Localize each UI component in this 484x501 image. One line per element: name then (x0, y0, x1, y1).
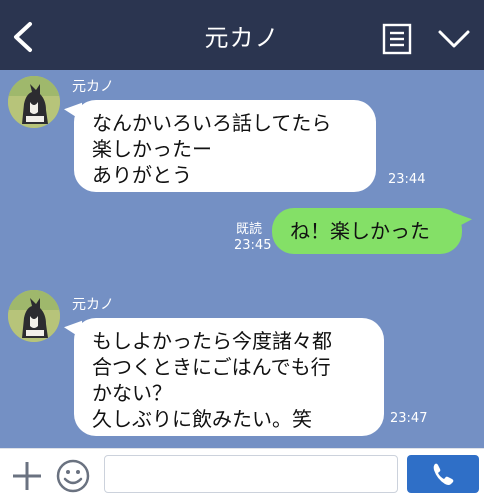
message-time: 23:44 (388, 172, 426, 187)
chat-area[interactable]: 元カノ なんかいろいろ話してたら 楽しかったー ありがとう 23:44 既読 2… (0, 70, 484, 448)
more-options-button[interactable] (436, 26, 472, 52)
message-input[interactable] (104, 455, 398, 493)
message-time: 23:47 (390, 411, 428, 426)
read-receipt: 既読 (236, 222, 263, 237)
plus-icon (13, 462, 41, 490)
call-button[interactable] (407, 455, 479, 493)
avatar[interactable] (8, 76, 60, 128)
back-button[interactable] (10, 20, 36, 54)
notes-icon (382, 23, 412, 55)
chat-header: 元カノ (0, 0, 484, 70)
message-bubble-mine[interactable]: ね！楽しかった (272, 208, 462, 254)
message-composer (0, 448, 484, 501)
message-bubble[interactable]: もしよかったら今度諸々都 合つくときにごはんでも行 かない？ 久しぶりに飲みたい… (74, 318, 384, 436)
sender-name: 元カノ (72, 79, 114, 95)
dog-avatar-icon (8, 290, 60, 342)
smiley-icon (56, 459, 90, 493)
sticker-button[interactable] (55, 458, 91, 494)
chevron-down-icon (438, 30, 470, 48)
add-attachment-button[interactable] (10, 459, 44, 493)
chevron-left-icon (14, 22, 32, 52)
sender-name: 元カノ (72, 297, 114, 313)
message-time: 23:45 (234, 238, 272, 253)
dog-avatar-icon (8, 76, 60, 128)
message-bubble[interactable]: なんかいろいろ話してたら 楽しかったー ありがとう (74, 100, 376, 192)
avatar[interactable] (8, 290, 60, 342)
phone-icon (433, 463, 454, 485)
notes-menu-button[interactable] (382, 23, 412, 55)
